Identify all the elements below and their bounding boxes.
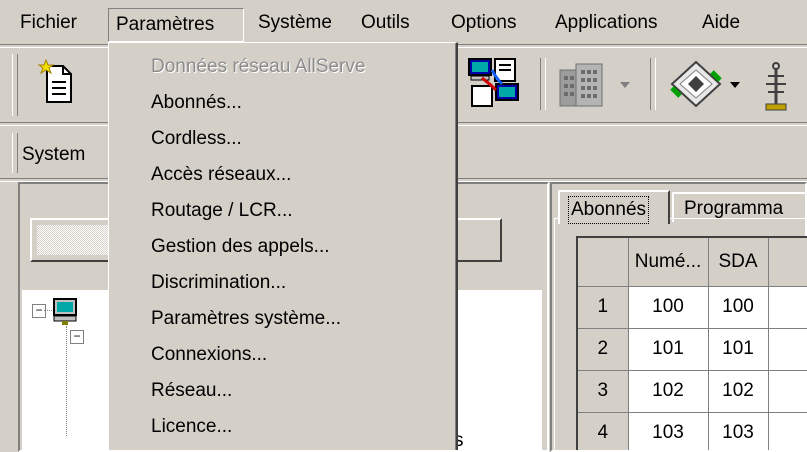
- new-document-icon[interactable]: [37, 58, 78, 106]
- menu-item-cordless[interactable]: Cordless...: [151, 123, 242, 155]
- menu-item-donnees-reseau-allserve: Données réseau AllServe: [151, 56, 366, 77]
- tab-programmation-label: Programma: [684, 198, 784, 219]
- tab-programmation[interactable]: Programma: [672, 192, 807, 222]
- menu-item-abonnes[interactable]: Abonnés...: [151, 87, 242, 119]
- building-icon[interactable]: [556, 60, 606, 110]
- subscribers-grid: Numé... SDA 1 100 100 2 101 101 3 102 10…: [576, 236, 807, 450]
- cell-empty[interactable]: [768, 370, 807, 413]
- parametres-dropdown-menu: Données réseau AllServe Abonnés... Cordl…: [108, 42, 458, 450]
- chevron-down-icon[interactable]: [728, 76, 742, 90]
- cell-numero[interactable]: 103: [628, 412, 709, 450]
- tree-connector: [66, 326, 67, 436]
- menu-item-routage-lcr[interactable]: Routage / LCR...: [151, 195, 293, 227]
- cell-numero[interactable]: 102: [628, 370, 709, 413]
- telephone-icon[interactable]: [668, 58, 724, 110]
- tab-abonnes[interactable]: Abonnés: [558, 190, 670, 224]
- menu-aide[interactable]: Aide: [695, 8, 747, 42]
- column-header-sda[interactable]: SDA: [708, 238, 769, 287]
- chevron-down-icon[interactable]: [618, 76, 632, 90]
- column-header-numero[interactable]: Numé...: [628, 238, 709, 287]
- antenna-icon[interactable]: [756, 58, 796, 114]
- system-label: System: [22, 144, 86, 165]
- row-header[interactable]: 3: [578, 370, 629, 413]
- toolbar-divider: [650, 58, 656, 110]
- cell-sda[interactable]: 101: [708, 328, 769, 371]
- column-header-empty: [768, 238, 807, 287]
- computer-icon: [50, 296, 80, 326]
- menu-item-licence[interactable]: Licence...: [151, 411, 232, 443]
- menu-item-acces-reseaux[interactable]: Accès réseaux...: [151, 159, 291, 191]
- toolbar-grip: [12, 54, 18, 116]
- menu-item-gestion-des-appels[interactable]: Gestion des appels...: [151, 231, 330, 263]
- menu-options[interactable]: Options: [444, 8, 523, 42]
- cell-numero[interactable]: 100: [628, 286, 709, 329]
- tree-collapse-icon[interactable]: −: [32, 304, 46, 318]
- cell-sda[interactable]: 100: [708, 286, 769, 329]
- menu-item-connexions[interactable]: Connexions...: [151, 339, 267, 371]
- row-header[interactable]: 2: [578, 328, 629, 371]
- menu-item-discrimination[interactable]: Discrimination...: [151, 267, 286, 299]
- menu-applications[interactable]: Applications: [548, 8, 664, 42]
- row-header[interactable]: 1: [578, 286, 629, 329]
- toolbar-divider: [540, 58, 546, 110]
- menu-fichier[interactable]: Fichier: [13, 8, 84, 42]
- tree-collapse-icon[interactable]: −: [70, 330, 84, 344]
- menu-systeme[interactable]: Système: [251, 8, 339, 42]
- cell-empty[interactable]: [768, 328, 807, 371]
- row-header[interactable]: 4: [578, 412, 629, 450]
- grid-corner: [578, 238, 629, 287]
- network-computers-icon[interactable]: [466, 56, 522, 110]
- menu-parametres[interactable]: Paramètres: [108, 8, 244, 42]
- cell-empty[interactable]: [768, 286, 807, 329]
- address-bar-grip: [12, 133, 18, 173]
- cell-sda[interactable]: 102: [708, 370, 769, 413]
- menu-item-parametres-systeme[interactable]: Paramètres système...: [151, 303, 341, 335]
- menu-outils[interactable]: Outils: [354, 8, 417, 42]
- tab-abonnes-label: Abonnés: [568, 196, 650, 224]
- cell-empty[interactable]: [768, 412, 807, 450]
- cell-numero[interactable]: 101: [628, 328, 709, 371]
- cell-sda[interactable]: 103: [708, 412, 769, 450]
- menu-bar: Fichier Paramètres Système Outils Option…: [0, 0, 807, 44]
- menu-item-reseau[interactable]: Réseau...: [151, 375, 232, 407]
